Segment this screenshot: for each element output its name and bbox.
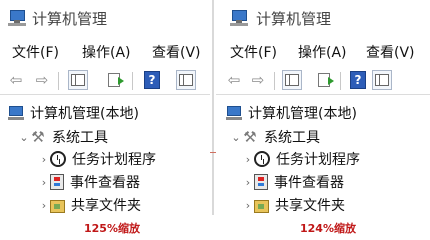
tree-group-label: 系统工具 (52, 130, 108, 146)
clock-icon (50, 151, 66, 167)
window-title: 计算机管理 (32, 10, 108, 28)
toolbar-separator (340, 72, 341, 90)
toolbar-separator (132, 72, 133, 90)
computer-management-icon (8, 8, 26, 26)
tree-group-label: 系统工具 (264, 130, 320, 146)
title-bar: 计算机管理 (0, 0, 210, 36)
toolbar-separator (58, 72, 59, 90)
window-title: 计算机管理 (256, 10, 332, 28)
tree-root-label: 计算机管理(本地) (248, 106, 357, 122)
tree-group-system-tools[interactable]: ⌄ ⚒ 系统工具 (18, 126, 108, 148)
chevron-right-icon[interactable]: › (242, 153, 254, 166)
tree-item-shared-folders[interactable]: › 共享文件夹 (38, 194, 141, 215)
help-icon[interactable]: ? (348, 70, 368, 90)
chevron-right-icon[interactable]: › (38, 176, 50, 189)
window-panel-124: 计算机管理 文件(F) 操作(A) 查看(V) ⇦ ⇨ ? 计算机管理(本地) … (216, 0, 430, 215)
shared-folder-icon (50, 200, 65, 213)
tree-item-label: 共享文件夹 (275, 198, 345, 214)
computer-icon (226, 105, 242, 121)
action-pane-icon[interactable] (372, 70, 392, 90)
menu-view[interactable]: 查看(V) (152, 42, 201, 62)
computer-icon (8, 105, 24, 121)
tree-root-label: 计算机管理(本地) (30, 106, 139, 122)
tree-item-label: 共享文件夹 (71, 198, 141, 214)
chevron-down-icon[interactable]: ⌄ (18, 131, 30, 144)
tree-item-task-scheduler[interactable]: › 任务计划程序 (242, 148, 360, 170)
toolbar: ⇦ ⇨ ? (216, 66, 430, 95)
tree-item-label: 事件查看器 (70, 175, 140, 191)
caption-125-scaling: 125%缩放 (84, 222, 140, 235)
menu-action[interactable]: 操作(A) (298, 42, 347, 62)
menu-action[interactable]: 操作(A) (82, 42, 131, 62)
clock-icon (254, 151, 270, 167)
tree-item-event-viewer[interactable]: › 事件查看器 (242, 171, 344, 193)
chevron-right-icon[interactable]: › (38, 153, 50, 166)
menu-file[interactable]: 文件(F) (230, 42, 277, 62)
tree-item-label: 任务计划程序 (72, 152, 156, 168)
console-tree-icon[interactable] (282, 70, 302, 90)
tools-icon: ⚒ (31, 128, 45, 146)
tools-icon: ⚒ (243, 128, 257, 146)
chevron-right-icon[interactable]: › (242, 199, 254, 212)
tree-item-label: 事件查看器 (274, 175, 344, 191)
forward-arrow-icon[interactable]: ⇨ (248, 70, 268, 90)
chevron-down-icon[interactable]: ⌄ (230, 131, 242, 144)
panel-divider (212, 0, 214, 215)
export-list-icon[interactable] (104, 70, 124, 90)
tree-item-shared-folders[interactable]: › 共享文件夹 (242, 194, 345, 215)
event-viewer-icon (254, 174, 268, 190)
back-arrow-icon[interactable]: ⇦ (224, 70, 244, 90)
chevron-right-icon[interactable]: › (38, 199, 50, 212)
menu-bar: 文件(F) 操作(A) 查看(V) (216, 40, 430, 64)
computer-management-icon (230, 8, 248, 26)
console-tree-icon[interactable] (68, 70, 88, 90)
tree-root[interactable]: 计算机管理(本地) (226, 102, 357, 124)
window-panel-125: 计算机管理 文件(F) 操作(A) 查看(V) ⇦ ⇨ ? 计算机管理(本地) … (0, 0, 210, 215)
event-viewer-icon (50, 174, 64, 190)
tree-item-task-scheduler[interactable]: › 任务计划程序 (38, 148, 156, 170)
export-list-icon[interactable] (314, 70, 334, 90)
tree-group-system-tools[interactable]: ⌄ ⚒ 系统工具 (230, 126, 320, 148)
back-arrow-icon[interactable]: ⇦ (6, 70, 26, 90)
tree-item-event-viewer[interactable]: › 事件查看器 (38, 171, 140, 193)
forward-arrow-icon[interactable]: ⇨ (32, 70, 52, 90)
action-pane-icon[interactable] (176, 70, 196, 90)
chevron-right-icon[interactable]: › (242, 176, 254, 189)
menu-view[interactable]: 查看(V) (366, 42, 415, 62)
shared-folder-icon (254, 200, 269, 213)
toolbar-separator (274, 72, 275, 90)
tree-root[interactable]: 计算机管理(本地) (8, 102, 139, 124)
help-icon[interactable]: ? (142, 70, 162, 90)
tree-item-label: 任务计划程序 (276, 152, 360, 168)
menu-file[interactable]: 文件(F) (12, 42, 59, 62)
caption-124-scaling: 124%缩放 (300, 222, 356, 235)
toolbar: ⇦ ⇨ ? (0, 66, 210, 95)
menu-bar: 文件(F) 操作(A) 查看(V) (0, 40, 210, 64)
title-bar: 计算机管理 (216, 0, 430, 36)
